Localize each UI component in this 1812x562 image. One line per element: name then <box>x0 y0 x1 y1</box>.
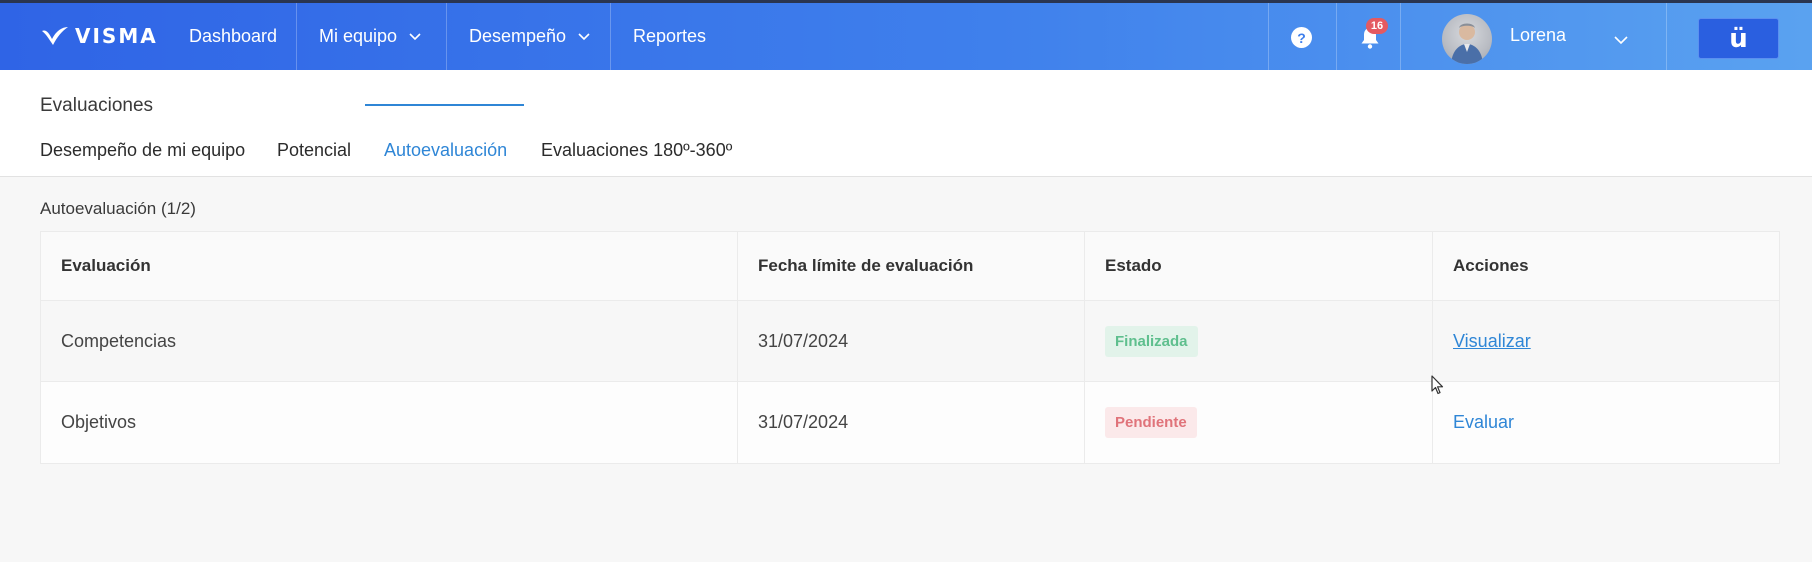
cell-evaluacion: Competencias <box>41 301 738 381</box>
visualizar-link[interactable]: Visualizar <box>1453 331 1531 352</box>
table-row: Objetivos 31/07/2024 Pendiente Evaluar <box>41 382 1779 463</box>
nav-reportes[interactable]: Reportes <box>610 3 729 70</box>
cell-acciones: Visualizar <box>1433 301 1779 381</box>
page-header: Evaluaciones Desempeño de mi equipo Pote… <box>0 70 1812 177</box>
nav-desempeno[interactable]: Desempeño <box>446 3 613 70</box>
mouse-cursor-icon <box>1431 375 1445 400</box>
status-badge: Pendiente <box>1105 407 1197 438</box>
question-circle-icon[interactable]: ? <box>1291 27 1312 48</box>
app-switcher-button[interactable]: ü <box>1698 18 1779 59</box>
table-header-row: Evaluación Fecha límite de evaluación Es… <box>41 232 1779 301</box>
tab-bar: Desempeño de mi equipo Potencial Autoeva… <box>0 135 1812 177</box>
column-header-acciones: Acciones <box>1453 256 1529 275</box>
top-navbar: VISMA Dashboard Mi equipo Desempeño Repo… <box>0 0 1812 70</box>
tab-desempeno-mi-equipo[interactable]: Desempeño de mi equipo <box>40 135 245 177</box>
chevron-down-icon <box>578 32 590 41</box>
column-header-estado: Estado <box>1085 232 1433 300</box>
brand-name: VISMA <box>75 24 158 48</box>
user-name[interactable]: Lorena <box>1510 25 1566 46</box>
table-row: Competencias 31/07/2024 Finalizada Visua… <box>41 301 1779 382</box>
cell-estado: Pendiente <box>1085 382 1433 463</box>
evaluations-table: Evaluación Fecha límite de evaluación Es… <box>40 231 1780 464</box>
nav-mi-equipo[interactable]: Mi equipo <box>296 3 444 70</box>
nav-reportes-label: Reportes <box>633 26 707 46</box>
status-badge: Finalizada <box>1105 325 1198 357</box>
visma-logo[interactable]: VISMA <box>40 23 158 49</box>
tab-potencial[interactable]: Potencial <box>277 135 351 177</box>
tab-autoevaluacion[interactable]: Autoevaluación <box>384 135 507 177</box>
evaluar-link[interactable]: Evaluar <box>1453 412 1514 433</box>
nav-divider <box>1336 3 1337 70</box>
nav-divider <box>1400 3 1401 70</box>
nav-divider <box>1268 3 1269 70</box>
nav-dashboard-label: Dashboard <box>189 26 278 46</box>
chevron-down-icon[interactable] <box>1614 32 1628 50</box>
tab-evaluaciones-180-360[interactable]: Evaluaciones 180º-360º <box>541 135 732 177</box>
nav-dashboard[interactable]: Dashboard <box>166 3 300 70</box>
cell-fecha: 31/07/2024 <box>738 382 1085 463</box>
section-title: Autoevaluación (1/2) <box>40 199 196 218</box>
cell-evaluacion: Objetivos <box>41 382 738 463</box>
cell-fecha: 31/07/2024 <box>738 301 1085 381</box>
nav-mi-equipo-label: Mi equipo <box>319 26 398 46</box>
notifications-badge: 16 <box>1366 18 1388 34</box>
nav-desempeno-label: Desempeño <box>469 26 567 46</box>
column-header-evaluacion: Evaluación <box>41 232 738 300</box>
tab-label: Desempeño de mi equipo <box>40 140 246 160</box>
visma-swoosh-icon <box>42 27 68 45</box>
chevron-down-icon <box>409 32 421 41</box>
user-photo-icon <box>1451 23 1483 64</box>
active-tab-indicator <box>365 104 524 106</box>
avatar[interactable] <box>1442 14 1492 64</box>
column-header-fecha: Fecha límite de evaluación <box>738 232 1085 300</box>
tab-label: Evaluaciones 180º-360º <box>541 140 733 160</box>
nav-divider <box>1666 3 1667 70</box>
cell-acciones: Evaluar <box>1433 382 1779 463</box>
tab-label: Autoevaluación <box>384 140 508 160</box>
cell-estado: Finalizada <box>1085 301 1433 381</box>
page-title: Evaluaciones <box>40 95 154 116</box>
tab-label: Potencial <box>277 140 352 160</box>
